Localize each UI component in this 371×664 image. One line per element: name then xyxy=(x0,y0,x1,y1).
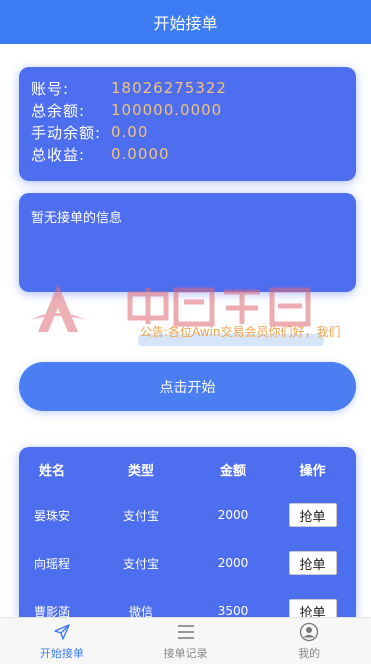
order-action-cell: 抢单 xyxy=(269,503,356,527)
total-earnings-value: 0.0000 xyxy=(111,145,170,163)
page-header: 开始接单 xyxy=(0,0,371,44)
tab-order-records[interactable]: 接单记录 xyxy=(124,618,248,664)
grab-order-button[interactable]: 抢单 xyxy=(288,551,337,575)
col-action-header: 操作 xyxy=(299,463,326,479)
order-amount: 2000 xyxy=(217,508,249,522)
order-name: 晏珠安 xyxy=(33,508,70,523)
orders-table: 姓名 类型 金额 操作 晏珠安 支付宝 2000 抢单 向瑶程 支付宝 2000… xyxy=(19,447,356,617)
order-type: 支付宝 xyxy=(122,508,159,523)
table-row: 晏珠安 支付宝 2000 抢单 xyxy=(19,491,356,539)
grab-order-button[interactable]: 抢单 xyxy=(288,503,337,527)
page-title: 开始接单 xyxy=(153,14,218,33)
order-type: 微信 xyxy=(128,604,153,618)
account-number-row: 账号: 18026275322 xyxy=(31,77,344,99)
tab-start-order[interactable]: 开始接单 xyxy=(0,618,124,664)
order-name: 曹影菡 xyxy=(33,604,70,618)
total-balance-row: 总余额: 100000.0000 xyxy=(31,99,344,121)
grab-order-button[interactable]: 抢单 xyxy=(288,599,337,617)
send-icon xyxy=(54,623,70,640)
bottom-tab-bar: 开始接单 接单记录 我的 xyxy=(0,617,371,664)
no-order-message: 暂无接单的信息 xyxy=(31,211,123,226)
list-icon xyxy=(177,624,194,639)
tab-profile-label: 我的 xyxy=(298,646,321,660)
orders-table-header: 姓名 类型 金额 操作 xyxy=(19,447,356,491)
order-amount: 2000 xyxy=(217,556,249,570)
start-button-label: 点击开始 xyxy=(159,379,216,396)
manual-balance-label: 手动余额: xyxy=(31,123,102,142)
order-action-cell: 抢单 xyxy=(269,599,356,617)
tab-profile[interactable]: 我的 xyxy=(247,618,371,664)
account-value: 18026275322 xyxy=(111,79,227,97)
user-icon xyxy=(300,622,319,641)
total-earnings-row: 总收益: 0.0000 xyxy=(31,143,344,165)
manual-balance-row: 手动余额: 0.00 xyxy=(31,121,344,143)
order-name: 向瑶程 xyxy=(33,556,70,571)
order-amount: 3500 xyxy=(217,604,249,617)
total-balance-label: 总余额: xyxy=(31,101,86,120)
tab-order-records-label: 接单记录 xyxy=(163,646,208,660)
tab-start-order-label: 开始接单 xyxy=(39,646,84,660)
col-name-header: 姓名 xyxy=(38,463,65,479)
total-balance-value: 100000.0000 xyxy=(111,101,223,119)
announcement-marquee: 公告:各位Awin交易会员你们好，我们 xyxy=(140,322,356,342)
announcement-text: 公告:各位Awin交易会员你们好，我们 xyxy=(140,325,341,339)
account-info-card: 账号: 18026275322 总余额: 100000.0000 手动余额: 0… xyxy=(19,67,356,181)
order-action-cell: 抢单 xyxy=(269,551,356,575)
account-label: 账号: xyxy=(31,79,70,98)
col-type-header: 类型 xyxy=(127,463,154,479)
order-type: 支付宝 xyxy=(122,556,159,571)
total-earnings-label: 总收益: xyxy=(31,145,86,164)
start-button[interactable]: 点击开始 xyxy=(19,362,356,411)
col-amount-header: 金额 xyxy=(219,463,246,479)
manual-balance-value: 0.00 xyxy=(111,123,149,141)
table-row: 曹影菡 微信 3500 抢单 xyxy=(19,587,356,617)
table-row: 向瑶程 支付宝 2000 抢单 xyxy=(19,539,356,587)
